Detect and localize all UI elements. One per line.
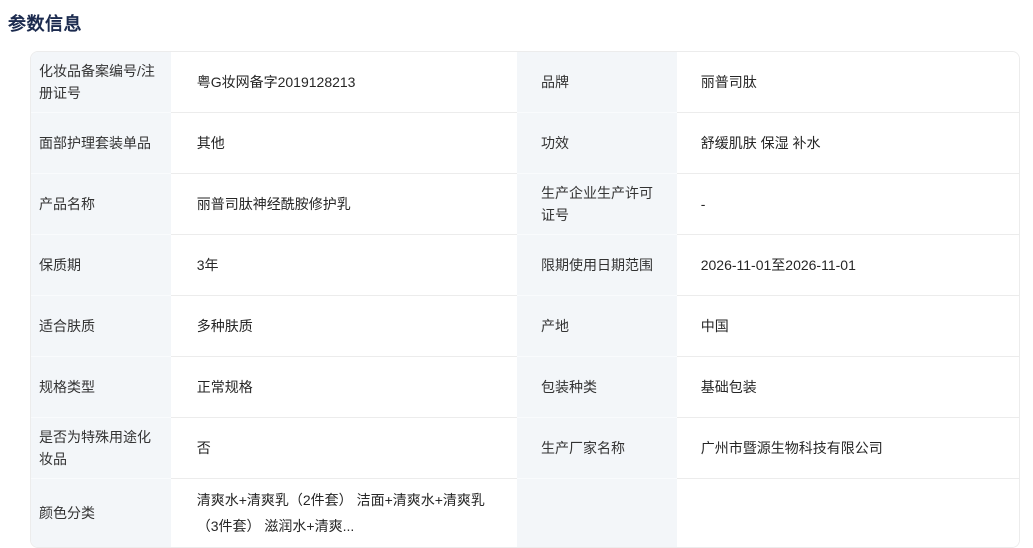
param-value: 舒缓肌肤 保湿 补水 — [677, 113, 1019, 174]
param-label: 生产企业生产许可证号 — [517, 174, 677, 235]
param-value: 基础包装 — [677, 357, 1019, 418]
param-label: 保质期 — [31, 235, 171, 296]
param-value: 否 — [171, 418, 517, 479]
param-label: 是否为特殊用途化妆品 — [31, 418, 171, 479]
param-value: - — [677, 174, 1019, 235]
param-label: 面部护理套装单品 — [31, 113, 171, 174]
param-label — [517, 479, 677, 547]
param-label: 生产厂家名称 — [517, 418, 677, 479]
param-value: 其他 — [171, 113, 517, 174]
param-value: 粤G妆网备字2019128213 — [171, 52, 517, 113]
param-value: 3年 — [171, 235, 517, 296]
param-label: 规格类型 — [31, 357, 171, 418]
param-value: 丽普司肽 — [677, 52, 1019, 113]
param-label: 功效 — [517, 113, 677, 174]
param-value — [677, 479, 1019, 547]
param-value: 多种肤质 — [171, 296, 517, 357]
param-value: 2026-11-01至2026-11-01 — [677, 235, 1019, 296]
param-value: 中国 — [677, 296, 1019, 357]
param-label: 产地 — [517, 296, 677, 357]
param-label: 颜色分类 — [31, 479, 171, 547]
param-label: 限期使用日期范围 — [517, 235, 677, 296]
param-label: 化妆品备案编号/注册证号 — [31, 52, 171, 113]
table-row: 是否为特殊用途化妆品 否 生产厂家名称 广州市暨源生物科技有限公司 — [31, 418, 1019, 479]
param-value: 丽普司肽神经酰胺修护乳 — [171, 174, 517, 235]
table-row: 化妆品备案编号/注册证号 粤G妆网备字2019128213 品牌 丽普司肽 — [31, 52, 1019, 113]
page-title: 参数信息 — [8, 10, 1033, 36]
param-value: 正常规格 — [171, 357, 517, 418]
table-row: 产品名称 丽普司肽神经酰胺修护乳 生产企业生产许可证号 - — [31, 174, 1019, 235]
table-row: 适合肤质 多种肤质 产地 中国 — [31, 296, 1019, 357]
table-row: 规格类型 正常规格 包装种类 基础包装 — [31, 357, 1019, 418]
params-table: 化妆品备案编号/注册证号 粤G妆网备字2019128213 品牌 丽普司肽 面部… — [30, 51, 1020, 548]
param-value: 清爽水+清爽乳（2件套） 洁面+清爽水+清爽乳（3件套） 滋润水+清爽... — [171, 479, 517, 547]
table-row: 面部护理套装单品 其他 功效 舒缓肌肤 保湿 补水 — [31, 113, 1019, 174]
table-row: 保质期 3年 限期使用日期范围 2026-11-01至2026-11-01 — [31, 235, 1019, 296]
param-label: 包装种类 — [517, 357, 677, 418]
table-row: 颜色分类 清爽水+清爽乳（2件套） 洁面+清爽水+清爽乳（3件套） 滋润水+清爽… — [31, 479, 1019, 547]
param-label: 适合肤质 — [31, 296, 171, 357]
param-value: 广州市暨源生物科技有限公司 — [677, 418, 1019, 479]
param-label: 品牌 — [517, 52, 677, 113]
param-label: 产品名称 — [31, 174, 171, 235]
